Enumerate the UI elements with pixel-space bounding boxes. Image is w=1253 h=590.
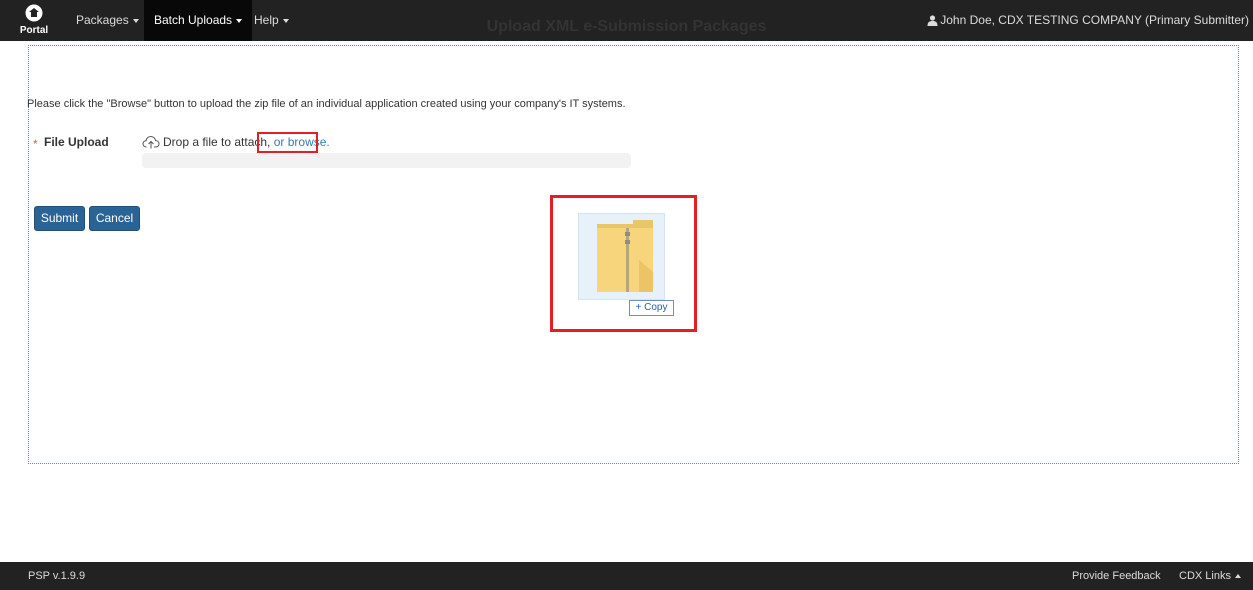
footer-bar: PSP v.1.9.9 Provide Feedback CDX Links <box>0 562 1253 590</box>
cancel-button[interactable]: Cancel <box>89 206 140 231</box>
provide-feedback-link[interactable]: Provide Feedback <box>1072 562 1161 590</box>
caret-up-icon <box>1234 574 1241 579</box>
cdx-links-label: CDX Links <box>1179 570 1231 582</box>
required-marker: * <box>33 137 38 151</box>
version-label: PSP v.1.9.9 <box>28 570 86 582</box>
cloud-upload-icon <box>142 135 160 149</box>
file-upload-label: File Upload <box>44 135 109 149</box>
browse-highlight-box <box>257 132 318 153</box>
upload-progress-bar <box>142 153 631 168</box>
dragged-file-preview[interactable] <box>578 213 665 300</box>
instructions-text: Please click the "Browse" button to uplo… <box>27 98 626 110</box>
page-title: Upload XML e-Submission Packages <box>486 18 767 35</box>
zip-folder-icon <box>597 220 653 292</box>
cdx-links-menu[interactable]: CDX Links <box>1179 562 1241 590</box>
copy-drop-badge: + Copy <box>629 300 674 316</box>
submit-button[interactable]: Submit <box>34 206 85 231</box>
